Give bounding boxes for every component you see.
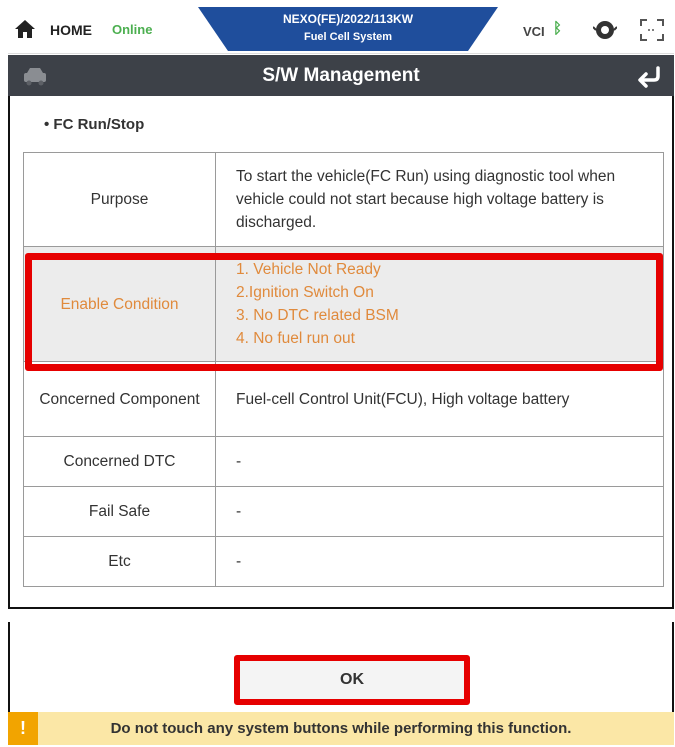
- ok-button[interactable]: OK: [234, 655, 470, 705]
- section-title: • FC Run/Stop: [44, 116, 145, 133]
- bluetooth-icon: ᛒ: [553, 20, 563, 37]
- row-value: -: [215, 536, 664, 587]
- top-bar: HOME Online NEXO(FE)/2022/113KW Fuel Cel…: [8, 7, 674, 54]
- page-header: S/W Management: [8, 55, 674, 96]
- home-icon[interactable]: [14, 19, 36, 39]
- condition-item: 3. No DTC related BSM: [236, 307, 399, 324]
- condition-item: 4. No fuel run out: [236, 330, 355, 347]
- row-value: -: [215, 486, 664, 537]
- table-row-concerned-dtc: Concerned DTC -: [23, 436, 664, 487]
- page-title: S/W Management: [262, 65, 420, 86]
- row-value: To start the vehicle(FC Run) using diagn…: [215, 152, 664, 247]
- fullscreen-icon[interactable]: [640, 19, 664, 41]
- vci-label: VCI: [523, 24, 545, 39]
- home-label[interactable]: HOME: [50, 22, 92, 38]
- warning-bar: ! Do not touch any system buttons while …: [8, 712, 674, 745]
- row-label: Enable Condition: [23, 246, 216, 362]
- system-title: Fuel Cell System: [303, 31, 393, 43]
- row-label: Concerned Component: [23, 361, 216, 437]
- table-row-etc: Etc -: [23, 536, 664, 587]
- condition-item: 2.Ignition Switch On: [236, 284, 374, 301]
- function-info-table: Purpose To start the vehicle(FC Run) usi…: [23, 152, 664, 587]
- table-row-purpose: Purpose To start the vehicle(FC Run) usi…: [23, 152, 664, 247]
- back-icon[interactable]: [636, 64, 662, 88]
- row-label: Concerned DTC: [23, 436, 216, 487]
- engine-icon[interactable]: [593, 18, 617, 42]
- online-status: Online: [112, 22, 153, 37]
- vehicle-title-tab: NEXO(FE)/2022/113KW Fuel Cell System: [198, 7, 498, 51]
- condition-item: 1. Vehicle Not Ready: [236, 261, 381, 278]
- row-label: Fail Safe: [23, 486, 216, 537]
- table-row-enable-condition: Enable Condition 1. Vehicle Not Ready 2.…: [23, 246, 664, 362]
- row-label: Purpose: [23, 152, 216, 247]
- row-value: Fuel-cell Control Unit(FCU), High voltag…: [215, 361, 664, 437]
- vehicle-title: NEXO(FE)/2022/113KW: [282, 12, 414, 26]
- enable-condition-list: 1. Vehicle Not Ready 2.Ignition Switch O…: [215, 246, 664, 362]
- table-row-concerned-component: Concerned Component Fuel-cell Control Un…: [23, 361, 664, 437]
- warning-text: Do not touch any system buttons while pe…: [110, 720, 572, 737]
- row-label: Etc: [23, 536, 216, 587]
- row-value: -: [215, 436, 664, 487]
- table-row-fail-safe: Fail Safe -: [23, 486, 664, 537]
